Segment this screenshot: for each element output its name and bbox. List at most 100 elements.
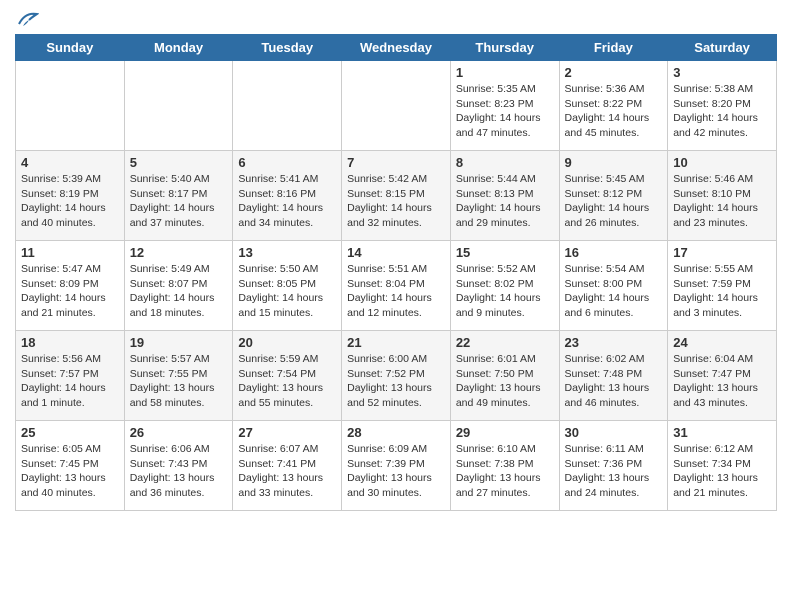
calendar-cell: 7 Sunrise: 5:42 AM Sunset: 8:15 PM Daylig… [342, 151, 451, 241]
day-number: 10 [673, 155, 771, 170]
day-number: 23 [565, 335, 663, 350]
day-info: Sunrise: 5:49 AM Sunset: 8:07 PM Dayligh… [130, 262, 228, 321]
day-number: 15 [456, 245, 554, 260]
calendar-cell: 15 Sunrise: 5:52 AM Sunset: 8:02 PM Dayli… [450, 241, 559, 331]
calendar-cell: 18Sunrise: 5:56 AM Sunset: 7:57 PM Dayli… [16, 331, 125, 421]
day-number: 1 [456, 65, 554, 80]
day-number: 5 [130, 155, 228, 170]
day-number: 12 [130, 245, 228, 260]
calendar-cell [342, 61, 451, 151]
day-info: Sunrise: 6:02 AM Sunset: 7:48 PM Dayligh… [565, 352, 663, 411]
day-info: Sunrise: 6:10 AM Sunset: 7:38 PM Dayligh… [456, 442, 554, 501]
day-info: Sunrise: 6:11 AM Sunset: 7:36 PM Dayligh… [565, 442, 663, 501]
day-number: 17 [673, 245, 771, 260]
day-info: Sunrise: 6:07 AM Sunset: 7:41 PM Dayligh… [238, 442, 336, 501]
day-of-week-header: Monday [124, 35, 233, 61]
day-number: 16 [565, 245, 663, 260]
calendar-cell: 2 Sunrise: 5:36 AM Sunset: 8:22 PM Daylig… [559, 61, 668, 151]
day-number: 27 [238, 425, 336, 440]
day-number: 28 [347, 425, 445, 440]
day-number: 4 [21, 155, 119, 170]
day-info: Sunrise: 5:55 AM Sunset: 7:59 PM Dayligh… [673, 262, 771, 321]
day-number: 13 [238, 245, 336, 260]
calendar-cell: 23 Sunrise: 6:02 AM Sunset: 7:48 PM Dayli… [559, 331, 668, 421]
calendar-cell: 22Sunrise: 6:01 AM Sunset: 7:50 PM Dayli… [450, 331, 559, 421]
logo-bird-icon [17, 10, 39, 28]
day-info: Sunrise: 5:41 AM Sunset: 8:16 PM Dayligh… [238, 172, 336, 231]
calendar-cell: 10 Sunrise: 5:46 AM Sunset: 8:10 PM Dayli… [668, 151, 777, 241]
calendar-cell: 13 Sunrise: 5:50 AM Sunset: 8:05 PM Dayli… [233, 241, 342, 331]
day-number: 25 [21, 425, 119, 440]
calendar-cell: 28Sunrise: 6:09 AM Sunset: 7:39 PM Dayli… [342, 421, 451, 511]
day-number: 19 [130, 335, 228, 350]
day-number: 9 [565, 155, 663, 170]
day-number: 22 [456, 335, 554, 350]
day-info: Sunrise: 5:46 AM Sunset: 8:10 PM Dayligh… [673, 172, 771, 231]
day-number: 6 [238, 155, 336, 170]
calendar-cell [16, 61, 125, 151]
page: SundayMondayTuesdayWednesdayThursdayFrid… [0, 0, 792, 521]
calendar-cell: 9 Sunrise: 5:45 AM Sunset: 8:12 PM Daylig… [559, 151, 668, 241]
calendar-cell: 24 Sunrise: 6:04 AM Sunset: 7:47 PM Dayli… [668, 331, 777, 421]
calendar-cell: 25 Sunrise: 6:05 AM Sunset: 7:45 PM Dayli… [16, 421, 125, 511]
calendar-cell: 19 Sunrise: 5:57 AM Sunset: 7:55 PM Dayli… [124, 331, 233, 421]
logo [15, 10, 39, 28]
calendar-week-row: 4 Sunrise: 5:39 AM Sunset: 8:19 PM Daylig… [16, 151, 777, 241]
day-info: Sunrise: 6:12 AM Sunset: 7:34 PM Dayligh… [673, 442, 771, 501]
calendar-cell: 30Sunrise: 6:11 AM Sunset: 7:36 PM Dayli… [559, 421, 668, 511]
calendar-cell: 1 Sunrise: 5:35 AM Sunset: 8:23 PM Daylig… [450, 61, 559, 151]
day-of-week-header: Thursday [450, 35, 559, 61]
day-info: Sunrise: 5:56 AM Sunset: 7:57 PM Dayligh… [21, 352, 119, 411]
calendar-cell: 8Sunrise: 5:44 AM Sunset: 8:13 PM Daylig… [450, 151, 559, 241]
calendar-cell: 29Sunrise: 6:10 AM Sunset: 7:38 PM Dayli… [450, 421, 559, 511]
day-number: 21 [347, 335, 445, 350]
day-info: Sunrise: 5:59 AM Sunset: 7:54 PM Dayligh… [238, 352, 336, 411]
day-of-week-header: Saturday [668, 35, 777, 61]
day-info: Sunrise: 5:54 AM Sunset: 8:00 PM Dayligh… [565, 262, 663, 321]
calendar-cell: 20 Sunrise: 5:59 AM Sunset: 7:54 PM Dayli… [233, 331, 342, 421]
day-number: 3 [673, 65, 771, 80]
calendar-cell: 21 Sunrise: 6:00 AM Sunset: 7:52 PM Dayli… [342, 331, 451, 421]
day-number: 14 [347, 245, 445, 260]
calendar-cell: 14Sunrise: 5:51 AM Sunset: 8:04 PM Dayli… [342, 241, 451, 331]
day-info: Sunrise: 5:35 AM Sunset: 8:23 PM Dayligh… [456, 82, 554, 141]
day-info: Sunrise: 6:06 AM Sunset: 7:43 PM Dayligh… [130, 442, 228, 501]
calendar-cell: 4 Sunrise: 5:39 AM Sunset: 8:19 PM Daylig… [16, 151, 125, 241]
day-of-week-header: Friday [559, 35, 668, 61]
day-info: Sunrise: 6:00 AM Sunset: 7:52 PM Dayligh… [347, 352, 445, 411]
day-info: Sunrise: 5:40 AM Sunset: 8:17 PM Dayligh… [130, 172, 228, 231]
day-info: Sunrise: 5:45 AM Sunset: 8:12 PM Dayligh… [565, 172, 663, 231]
calendar-header-row: SundayMondayTuesdayWednesdayThursdayFrid… [16, 35, 777, 61]
day-info: Sunrise: 5:39 AM Sunset: 8:19 PM Dayligh… [21, 172, 119, 231]
calendar-week-row: 18Sunrise: 5:56 AM Sunset: 7:57 PM Dayli… [16, 331, 777, 421]
day-number: 7 [347, 155, 445, 170]
calendar-cell: 31Sunrise: 6:12 AM Sunset: 7:34 PM Dayli… [668, 421, 777, 511]
header [15, 10, 777, 28]
day-info: Sunrise: 6:05 AM Sunset: 7:45 PM Dayligh… [21, 442, 119, 501]
day-info: Sunrise: 6:04 AM Sunset: 7:47 PM Dayligh… [673, 352, 771, 411]
day-number: 26 [130, 425, 228, 440]
day-info: Sunrise: 5:44 AM Sunset: 8:13 PM Dayligh… [456, 172, 554, 231]
day-info: Sunrise: 5:38 AM Sunset: 8:20 PM Dayligh… [673, 82, 771, 141]
day-number: 20 [238, 335, 336, 350]
day-info: Sunrise: 5:52 AM Sunset: 8:02 PM Dayligh… [456, 262, 554, 321]
day-info: Sunrise: 5:42 AM Sunset: 8:15 PM Dayligh… [347, 172, 445, 231]
day-info: Sunrise: 5:57 AM Sunset: 7:55 PM Dayligh… [130, 352, 228, 411]
calendar-week-row: 1 Sunrise: 5:35 AM Sunset: 8:23 PM Daylig… [16, 61, 777, 151]
day-of-week-header: Tuesday [233, 35, 342, 61]
calendar-cell: 17 Sunrise: 5:55 AM Sunset: 7:59 PM Dayli… [668, 241, 777, 331]
calendar-cell [233, 61, 342, 151]
calendar-cell: 16 Sunrise: 5:54 AM Sunset: 8:00 PM Dayli… [559, 241, 668, 331]
day-info: Sunrise: 5:47 AM Sunset: 8:09 PM Dayligh… [21, 262, 119, 321]
day-of-week-header: Sunday [16, 35, 125, 61]
calendar: SundayMondayTuesdayWednesdayThursdayFrid… [15, 34, 777, 511]
calendar-week-row: 11Sunrise: 5:47 AM Sunset: 8:09 PM Dayli… [16, 241, 777, 331]
day-info: Sunrise: 5:50 AM Sunset: 8:05 PM Dayligh… [238, 262, 336, 321]
calendar-week-row: 25 Sunrise: 6:05 AM Sunset: 7:45 PM Dayli… [16, 421, 777, 511]
calendar-cell: 12 Sunrise: 5:49 AM Sunset: 8:07 PM Dayli… [124, 241, 233, 331]
day-number: 2 [565, 65, 663, 80]
day-number: 24 [673, 335, 771, 350]
calendar-cell: 27 Sunrise: 6:07 AM Sunset: 7:41 PM Dayli… [233, 421, 342, 511]
calendar-cell: 3 Sunrise: 5:38 AM Sunset: 8:20 PM Daylig… [668, 61, 777, 151]
day-info: Sunrise: 5:36 AM Sunset: 8:22 PM Dayligh… [565, 82, 663, 141]
